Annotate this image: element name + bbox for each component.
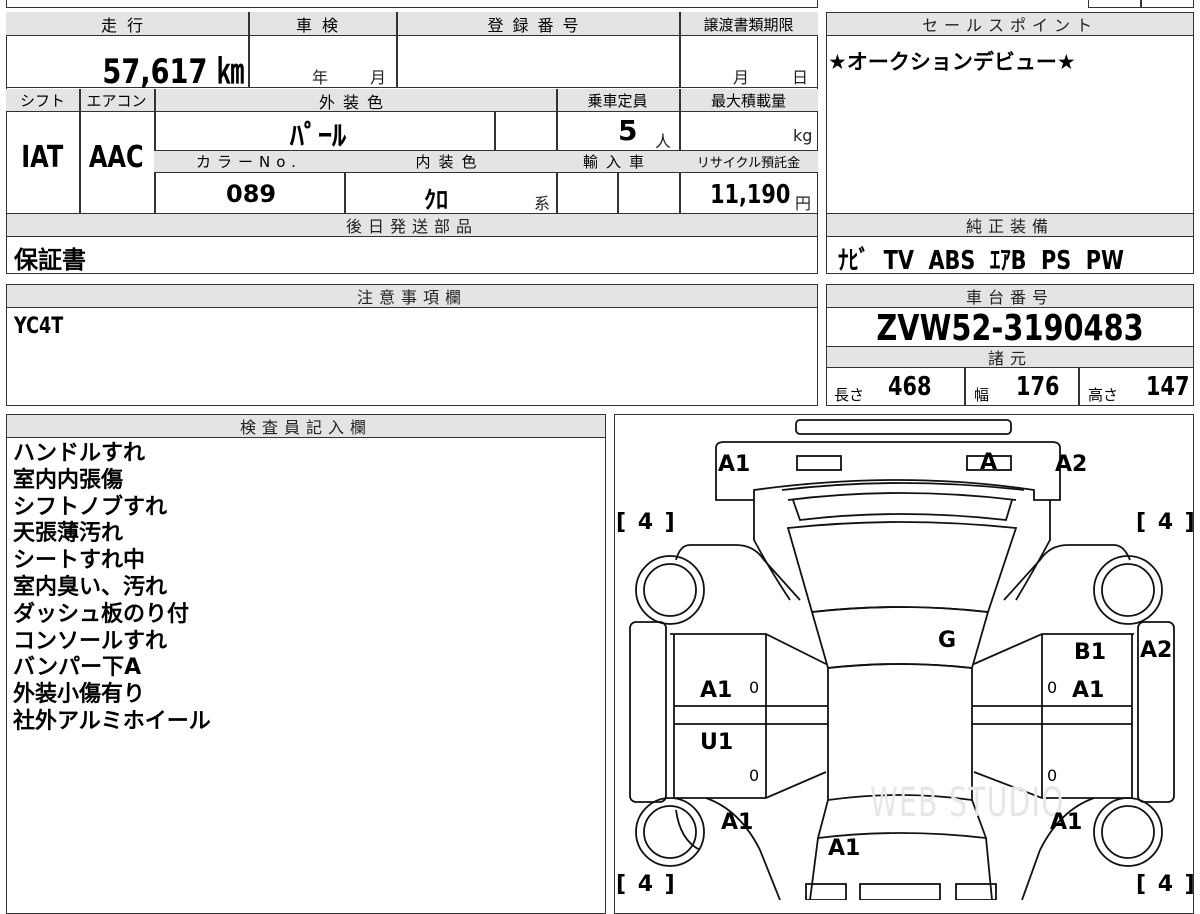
door-zero: 0: [1047, 766, 1058, 785]
notes-header: 注意事項欄: [7, 285, 817, 308]
registration-label: 登録番号: [487, 16, 588, 35]
inspector-line: 社外アルミホイール: [13, 708, 211, 734]
width-value: 176: [1016, 372, 1060, 402]
capacity-label: 乗車定員: [587, 92, 648, 110]
later-parts-text: 保証書: [14, 246, 86, 274]
top-strip: [6, 0, 818, 8]
transfer-day-unit: 日: [792, 68, 809, 87]
inspector-line: コンソールすれ: [13, 628, 168, 654]
damage-mark-right-side: A2: [1140, 638, 1173, 663]
damage-mark-front-right: A2: [1055, 452, 1088, 477]
exterior-color-value: ﾊﾟｰﾙ: [290, 119, 347, 152]
width-label: 幅: [974, 386, 990, 404]
mileage-value: 57,617 ㎞: [102, 52, 244, 92]
damage-mark-left-front-door: A1: [700, 678, 733, 703]
door-zero: 0: [749, 678, 760, 697]
color-no-label: カラーNo.: [196, 153, 302, 171]
shift-label: シフト: [19, 92, 65, 110]
inspector-header: 検査員記入欄: [7, 415, 605, 438]
damage-mark-left-rear-door: U1: [700, 730, 734, 755]
shift-value: IAT: [21, 140, 64, 175]
inspection-label: 車検: [295, 16, 348, 35]
transfer-deadline-label: 譲渡書類期限: [703, 15, 794, 34]
sales-points-frame: [826, 12, 1194, 214]
exterior-color-label: 外装色: [318, 92, 391, 112]
inspector-line: 外装小傷有り: [13, 682, 146, 708]
specs-header: 諸元: [827, 346, 1193, 368]
chassis-number: ZVW52-3190483: [876, 308, 1144, 349]
genuine-equipment-header: 純正装備: [827, 214, 1193, 237]
interior-color-label: 内装色: [415, 153, 485, 171]
damage-mark-front-center: A: [980, 450, 998, 475]
aircon-value: AAC: [89, 140, 144, 175]
inspector-line: 室内内張傷: [13, 467, 124, 493]
tire-tread-front-left: [ 4 ]: [616, 510, 677, 535]
color-no-value: 089: [226, 180, 277, 208]
capacity-unit: 人: [655, 132, 672, 151]
damage-mark-front-left: A1: [718, 452, 751, 477]
damage-mark-right-upper: B1: [1074, 640, 1107, 665]
tire-tread-rear-right: [ 4 ]: [1136, 872, 1197, 897]
tire-tread-rear-left: [ 4 ]: [616, 872, 677, 897]
interior-color-value: ｸﾛ: [424, 186, 448, 214]
inspector-line: ダッシュ板のり付: [13, 601, 190, 627]
capacity-value: 5: [618, 114, 638, 147]
inspector-line: バンパー下A: [13, 655, 142, 681]
inspector-list: ハンドルすれ 室内内張傷 シフトノブすれ 天張薄汚れ シートすれ中 室内臭い、汚…: [13, 441, 211, 736]
watermark: WEB STUDIO: [870, 780, 1065, 826]
import-label: 輸入車: [582, 153, 652, 171]
recycle-label: リサイクル預託金: [696, 156, 801, 171]
inspector-line: シートすれ中: [13, 548, 146, 574]
chassis-header: 車台番号: [827, 285, 1193, 308]
inspector-line: シフトノブすれ: [13, 494, 168, 520]
max-load-label: 最大積載量: [710, 92, 786, 110]
damage-mark-right-front-door: A1: [1072, 678, 1105, 703]
max-load-unit: kg: [793, 126, 813, 145]
inspector-line: ハンドルすれ: [13, 441, 146, 466]
recycle-unit: 円: [795, 194, 812, 213]
damage-mark-roof: G: [938, 628, 957, 653]
height-label: 高さ: [1088, 386, 1119, 404]
door-zero: 0: [749, 766, 760, 785]
transfer-month-unit: 月: [733, 68, 750, 87]
aircon-label: エアコン: [86, 92, 147, 110]
damage-mark-right-rear-fender: A1: [1050, 810, 1083, 835]
inspector-line: 室内臭い、汚れ: [13, 574, 168, 600]
notes-text: YC4T: [14, 314, 64, 339]
recycle-value: 11,190: [709, 180, 790, 210]
inspection-year-unit: 年: [312, 68, 329, 87]
length-label: 長さ: [834, 386, 865, 404]
length-value: 468: [888, 372, 932, 402]
car-outline-diagram: [629, 419, 1175, 900]
inspector-line: 天張薄汚れ: [13, 521, 124, 547]
door-zero: 0: [1047, 678, 1058, 697]
damage-mark-trunk: A1: [828, 836, 861, 861]
interior-color-suffix: 系: [534, 194, 551, 213]
sales-points-text: ★オークションデビュー★: [828, 50, 1076, 74]
damage-mark-left-rear-fender: A1: [721, 810, 754, 835]
mileage-label: 走行: [100, 16, 153, 35]
tire-tread-front-right: [ 4 ]: [1136, 510, 1197, 535]
later-parts-header: 後日発送部品: [7, 214, 817, 237]
genuine-equipment-text: ﾅﾋﾞ TV ABS ｴｱB PS PW: [838, 246, 1124, 276]
inspection-month-unit: 月: [370, 68, 387, 87]
height-value: 147: [1146, 372, 1190, 402]
sales-points-header: セールスポイント: [827, 13, 1193, 36]
